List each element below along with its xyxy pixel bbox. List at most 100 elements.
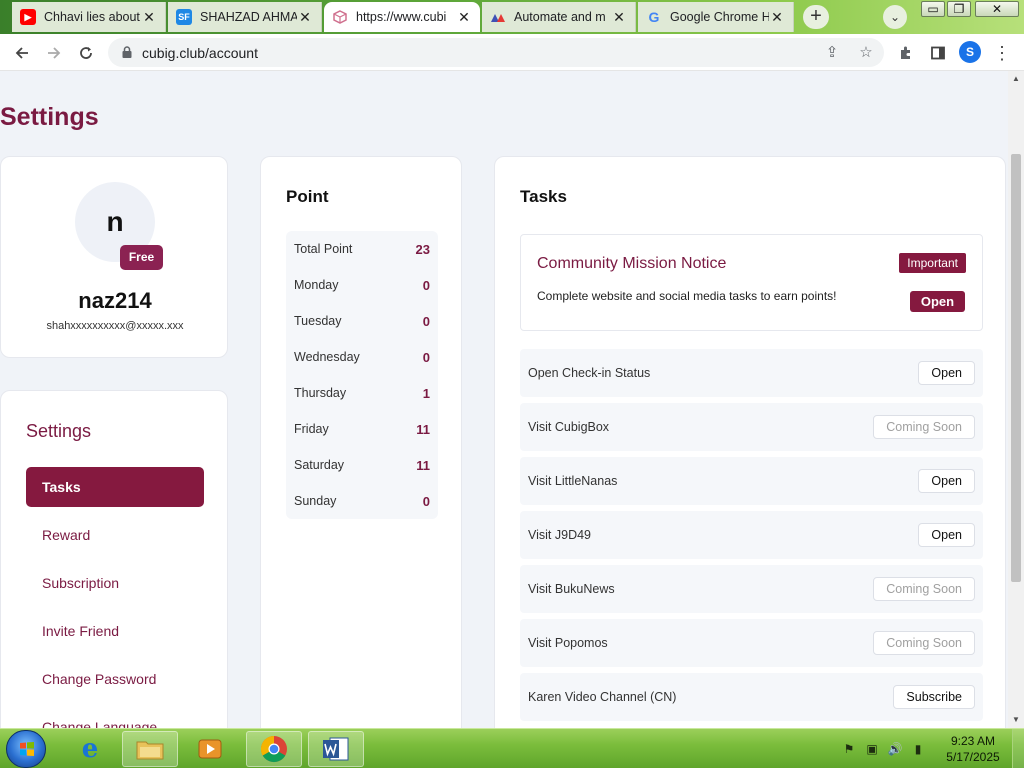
page-viewport: Settings n Free naz214 shahxxxxxxxxxx@xx… <box>0 71 1008 728</box>
point-title: Point <box>286 187 329 206</box>
side-panel-icon[interactable] <box>926 41 950 65</box>
forward-button[interactable] <box>42 41 66 65</box>
share-icon[interactable]: ⇪ <box>822 43 842 63</box>
task-name: Open Check-in Status <box>528 366 651 380</box>
task-name: Visit CubigBox <box>528 420 610 434</box>
browser-tab-3-active[interactable]: https://www.cubi ✕ <box>324 2 480 32</box>
notice-open-button[interactable]: Open <box>910 291 965 312</box>
task-row: Karen Video Channel (CN) Subscribe <box>520 673 983 721</box>
point-value: 11 <box>416 457 430 473</box>
point-value: 0 <box>422 277 430 293</box>
address-bar[interactable]: cubig.club/account ⇪ ☆ <box>108 38 884 67</box>
show-desktop-button[interactable] <box>1012 729 1024 768</box>
bookmark-star-icon[interactable]: ☆ <box>856 43 876 63</box>
volume-icon[interactable]: 🔊 <box>886 740 904 758</box>
reload-button[interactable] <box>74 41 98 65</box>
profile-avatar[interactable]: S <box>959 41 981 63</box>
point-list: Total Point 23 Monday 0 Tuesday 0 Wednes… <box>286 231 438 519</box>
automate-icon <box>490 9 506 25</box>
point-row-wednesday: Wednesday 0 <box>286 339 438 375</box>
tab-search-button[interactable]: ⌄ <box>883 5 907 29</box>
task-coming-soon-button[interactable]: Coming Soon <box>873 415 975 439</box>
minimize-button[interactable]: ▭ <box>921 1 945 17</box>
browser-tab-5[interactable]: G Google Chrome H ✕ <box>638 2 794 32</box>
point-value: 23 <box>415 241 430 257</box>
taskbar-media-player[interactable] <box>182 731 238 767</box>
lock-icon <box>122 46 132 58</box>
task-row: Visit J9D49 Open <box>520 511 983 559</box>
scrollbar-thumb[interactable] <box>1011 154 1021 582</box>
arrow-left-icon <box>15 47 28 59</box>
restore-button[interactable]: ❐ <box>947 1 971 17</box>
scroll-up-icon[interactable]: ▲ <box>1008 71 1024 87</box>
cubig-icon <box>332 9 348 25</box>
task-open-button[interactable]: Open <box>918 361 975 385</box>
action-center-flag-icon[interactable]: ⚑ <box>840 740 858 758</box>
scroll-down-icon[interactable]: ▼ <box>1008 712 1024 728</box>
point-value: 0 <box>422 493 430 509</box>
taskbar-file-explorer[interactable] <box>122 731 178 767</box>
kebab-menu-icon[interactable]: ⋮ <box>990 41 1014 65</box>
browser-tab-1[interactable]: ▶ Chhavi lies about ✕ <box>12 2 166 32</box>
taskbar-word[interactable] <box>308 731 364 767</box>
tab-title: https://www.cubi <box>356 10 447 24</box>
back-button[interactable] <box>10 41 34 65</box>
sf-icon: SF <box>176 9 192 25</box>
clock-time: 9:23 AM <box>950 734 996 748</box>
username: naz214 <box>78 288 152 313</box>
close-icon[interactable]: ✕ <box>611 9 627 26</box>
tasks-card: Tasks Community Mission Notice Important… <box>494 156 1006 728</box>
menu-item-tasks[interactable]: Tasks <box>26 467 204 507</box>
menu-item-subscription[interactable]: Subscription <box>26 563 204 603</box>
point-card: Point Total Point 23 Monday 0 Tuesday 0 … <box>260 156 462 728</box>
new-tab-button[interactable]: + <box>803 5 829 29</box>
close-window-button[interactable]: ✕ <box>975 1 1019 17</box>
plan-badge: Free <box>120 245 163 270</box>
settings-menu-card: Settings Tasks Reward Subscription Invit… <box>0 390 228 728</box>
close-icon[interactable]: ✕ <box>141 9 157 26</box>
close-icon[interactable]: ✕ <box>297 9 313 26</box>
taskbar-clock[interactable]: 9:23 AM 5/17/2025 <box>942 733 1004 765</box>
network-icon[interactable]: ▣ <box>863 740 881 758</box>
task-coming-soon-button[interactable]: Coming Soon <box>873 631 975 655</box>
point-label: Sunday <box>294 494 337 508</box>
taskbar-chrome[interactable] <box>246 731 302 767</box>
menu-item-invite-friend[interactable]: Invite Friend <box>26 611 204 651</box>
taskbar-internet-explorer[interactable]: e <box>62 731 118 767</box>
task-name: Visit LittleNanas <box>528 474 618 488</box>
task-open-button[interactable]: Open <box>918 523 975 547</box>
reload-icon <box>80 47 92 59</box>
browser-tab-bar: ▶ Chhavi lies about ✕ SF SHAHZAD AHMA ✕ … <box>0 0 1024 34</box>
extensions-icon[interactable] <box>894 41 918 65</box>
point-label: Total Point <box>294 242 353 256</box>
chrome-icon <box>260 735 287 763</box>
point-row-friday: Friday 11 <box>286 411 438 447</box>
page-scrollbar[interactable]: ▲ ▼ <box>1008 71 1024 728</box>
close-icon[interactable]: ✕ <box>456 9 472 26</box>
task-row: Open Check-in Status Open <box>520 349 983 397</box>
point-row-total: Total Point 23 <box>286 231 438 267</box>
tab-title: Chhavi lies about <box>44 10 140 24</box>
notice-text: Complete website and social media tasks … <box>537 289 837 303</box>
youtube-icon: ▶ <box>20 9 36 25</box>
point-row-thursday: Thursday 1 <box>286 375 438 411</box>
task-open-button[interactable]: Open <box>918 469 975 493</box>
internet-explorer-icon: e <box>81 734 99 764</box>
close-icon[interactable]: ✕ <box>769 9 785 26</box>
menu-item-change-language[interactable]: Change Language <box>26 707 204 728</box>
task-subscribe-button[interactable]: Subscribe <box>893 685 975 709</box>
task-coming-soon-button[interactable]: Coming Soon <box>873 577 975 601</box>
browser-toolbar: cubig.club/account ⇪ ☆ S ⋮ <box>0 34 1024 71</box>
windows-logo-icon <box>20 742 34 756</box>
menu-item-reward[interactable]: Reward <box>26 515 204 555</box>
power-icon[interactable]: ▮ <box>909 740 927 758</box>
profile-card: n Free naz214 shahxxxxxxxxxx@xxxxx.xxx <box>0 156 228 358</box>
tab-title: Google Chrome H <box>670 10 769 24</box>
start-button[interactable] <box>6 730 46 768</box>
point-label: Thursday <box>294 386 347 400</box>
menu-item-change-password[interactable]: Change Password <box>26 659 204 699</box>
notice-title: Community Mission Notice <box>537 255 727 272</box>
page-title: Settings <box>0 103 99 131</box>
browser-tab-4[interactable]: Automate and m ✕ <box>482 2 636 32</box>
browser-tab-2[interactable]: SF SHAHZAD AHMA ✕ <box>168 2 322 32</box>
